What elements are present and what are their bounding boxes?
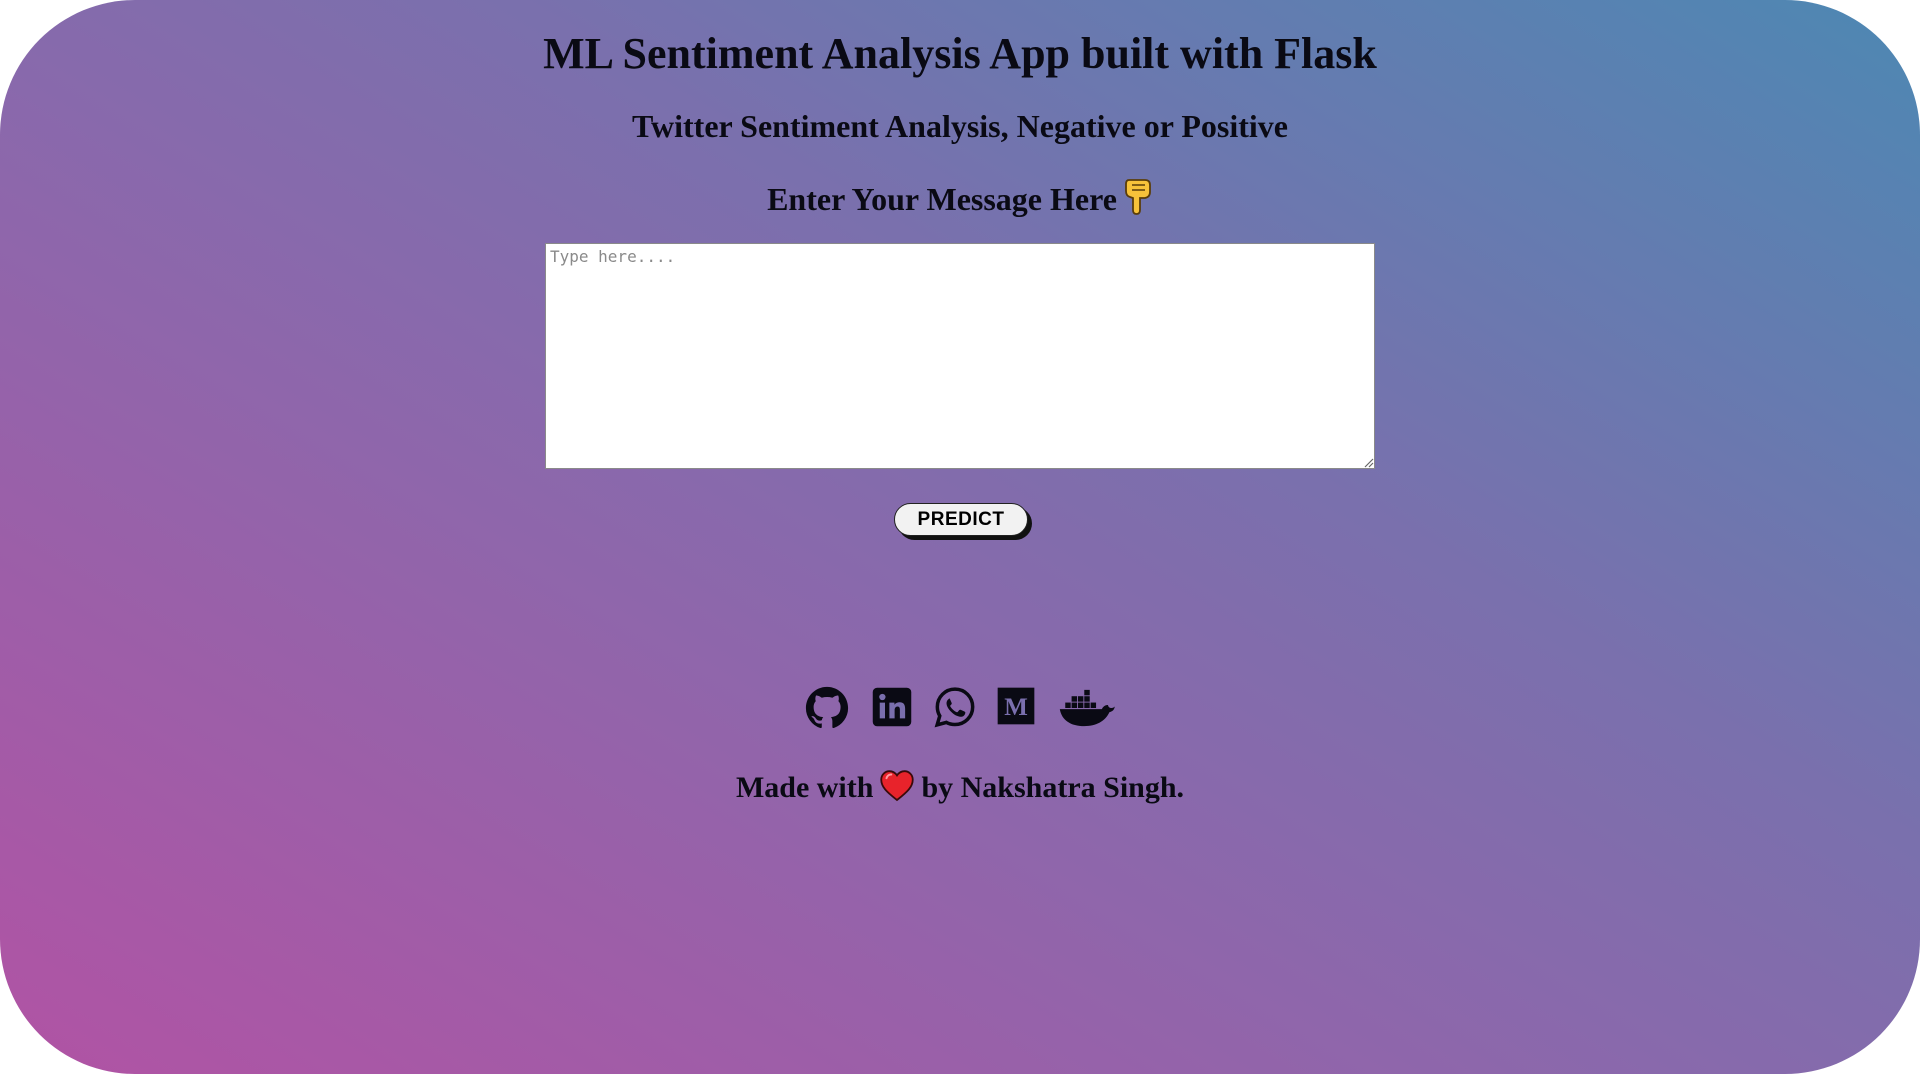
predict-button[interactable]: PREDICT: [894, 503, 1028, 536]
footer-credit: Made with by Nakshatra Singh.: [0, 768, 1920, 808]
heart-icon: [880, 770, 915, 802]
page-background: ML Sentiment Analysis App built with Fla…: [0, 0, 1920, 1074]
svg-text:M: M: [1004, 694, 1028, 721]
footer-author: by Nakshatra Singh.: [921, 771, 1185, 804]
social-links: M: [800, 682, 1120, 732]
message-prompt-label: Enter Your Message Here: [767, 181, 1117, 217]
page-title: ML Sentiment Analysis App built with Fla…: [543, 29, 1377, 78]
github-icon[interactable]: [805, 686, 849, 730]
linkedin-icon[interactable]: [871, 686, 913, 728]
medium-icon[interactable]: M: [996, 686, 1036, 726]
resize-handle-icon[interactable]: [1362, 456, 1374, 468]
page-subtitle: Twitter Sentiment Analysis, Negative or …: [632, 108, 1288, 144]
message-textarea[interactable]: [545, 243, 1375, 469]
pointing-down-hand-icon: [1125, 179, 1151, 215]
message-prompt: Enter Your Message Here: [0, 176, 1920, 219]
docker-icon[interactable]: [1058, 686, 1116, 730]
whatsapp-icon[interactable]: [934, 686, 976, 728]
footer-made-with: Made with: [735, 771, 874, 804]
